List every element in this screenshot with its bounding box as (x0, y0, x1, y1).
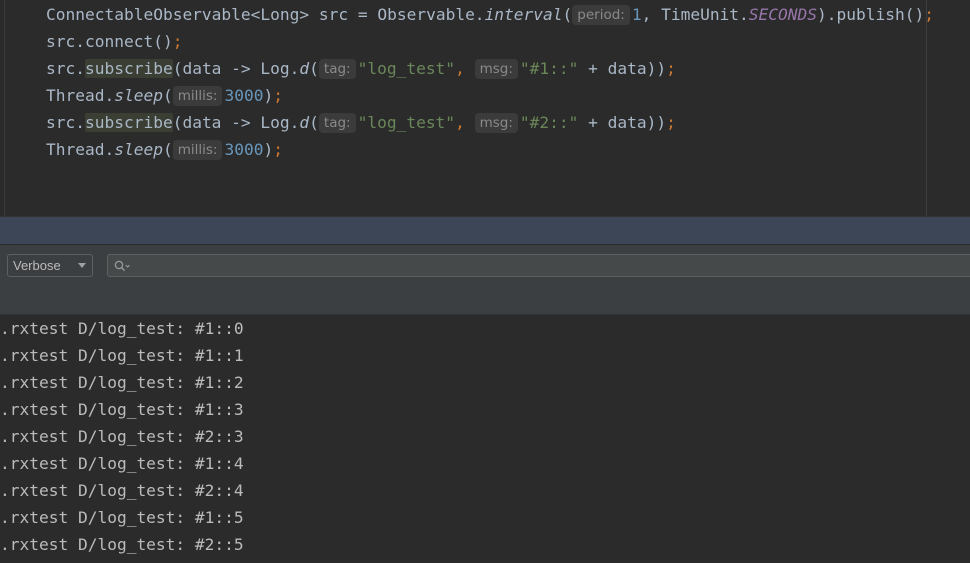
code-line-4[interactable]: Thread.sleep(millis: 3000); (46, 82, 283, 109)
log-line[interactable]: .rxtest D/log_test: #1::2 (0, 369, 244, 396)
code-token: Thread. (46, 140, 115, 159)
code-token-method: interval (484, 5, 563, 24)
code-string: "#1::" (519, 59, 579, 78)
log-line[interactable]: .rxtest D/log_test: #2::4 (0, 477, 244, 504)
parameter-hint: msg: (474, 59, 518, 79)
parameter-hint: tag: (318, 59, 356, 79)
logcat-toolbar-row (0, 285, 970, 315)
code-token: ).publish() (817, 5, 925, 24)
code-semicolon: ; (924, 5, 934, 24)
code-line-6[interactable]: Thread.sleep(millis: 3000); (46, 136, 283, 163)
code-semicolon: ; (666, 59, 676, 78)
code-token: (data -> Log. (172, 113, 300, 132)
code-token: + data)) (578, 113, 667, 132)
code-number: 3000 (224, 140, 264, 159)
code-constant: SECONDS (748, 5, 818, 24)
search-icon (114, 260, 130, 271)
parameter-hint: msg: (474, 113, 518, 133)
code-string: "#2::" (519, 113, 579, 132)
parameter-hint: period: (572, 5, 630, 25)
code-string: "log_test" (357, 113, 456, 132)
code-number: 3000 (224, 86, 264, 105)
log-line[interactable]: .rxtest D/log_test: #2::3 (0, 423, 244, 450)
parameter-hint: millis: (172, 140, 223, 160)
code-line-1[interactable]: ConnectableObservable<Long> src = Observ… (46, 1, 934, 28)
code-comma: , (455, 59, 465, 78)
ide-window: ConnectableObservable<Long> src = Observ… (0, 0, 970, 563)
log-level-value: Verbose (13, 258, 61, 273)
code-token-highlighted: subscribe (84, 113, 173, 132)
code-token: ( (309, 59, 319, 78)
code-line-5[interactable]: src.subscribe(data -> Log.d(tag: "log_tes… (46, 109, 676, 136)
code-token: ) (263, 140, 274, 159)
gutter-divider (4, 0, 5, 216)
logcat-tool-window-header[interactable] (0, 216, 970, 245)
code-token-method: d (299, 59, 310, 78)
chevron-down-icon (78, 263, 86, 268)
log-line[interactable]: .rxtest D/log_test: #1::5 (0, 504, 244, 531)
log-line[interactable]: .rxtest D/log_test: #1::0 (0, 315, 244, 342)
code-semicolon: ; (273, 140, 283, 159)
code-number: 1 (631, 5, 642, 24)
code-token: ( (562, 5, 573, 24)
logcat-search-input[interactable] (107, 254, 970, 277)
code-token: (data -> Log. (172, 59, 300, 78)
code-token: ( (309, 113, 319, 132)
logcat-filter-bar: Verbose (0, 245, 970, 285)
code-token: ) (263, 86, 274, 105)
code-string: "log_test" (357, 59, 456, 78)
right-margin-guide (926, 0, 927, 216)
logcat-output[interactable]: .rxtest D/log_test: #1::0 .rxtest D/log_… (0, 315, 970, 563)
code-token: src. (46, 59, 85, 78)
parameter-hint: tag: (318, 113, 356, 133)
code-line-2[interactable]: src.connect(); (46, 28, 182, 55)
code-line-3[interactable]: src.subscribe(data -> Log.d(tag: "log_tes… (46, 55, 676, 82)
log-line[interactable]: .rxtest D/log_test: #1::4 (0, 450, 244, 477)
code-token-method: sleep (114, 86, 163, 105)
code-token: src. (46, 113, 85, 132)
code-token-highlighted: subscribe (84, 59, 173, 78)
code-token: ( (162, 86, 173, 105)
code-token: , TimeUnit. (641, 5, 749, 24)
code-semicolon: ; (172, 32, 183, 51)
code-semicolon: ; (273, 86, 283, 105)
code-comma: , (455, 113, 465, 132)
code-token: ConnectableObservable<Long> src = Observ… (46, 5, 485, 24)
code-semicolon: ; (666, 113, 676, 132)
code-token: ( (162, 140, 173, 159)
log-line[interactable]: .rxtest D/log_test: #1::1 (0, 342, 244, 369)
log-line[interactable]: .rxtest D/log_test: #2::5 (0, 531, 244, 558)
log-level-select[interactable]: Verbose (7, 254, 93, 277)
parameter-hint: millis: (172, 86, 223, 106)
code-token-method: d (299, 113, 310, 132)
code-token: Thread. (46, 86, 115, 105)
code-token: + data)) (578, 59, 667, 78)
log-line[interactable]: .rxtest D/log_test: #1::3 (0, 396, 244, 423)
code-token: src.connect() (46, 32, 173, 51)
code-token-method: sleep (114, 140, 163, 159)
code-editor[interactable]: ConnectableObservable<Long> src = Observ… (0, 0, 970, 216)
